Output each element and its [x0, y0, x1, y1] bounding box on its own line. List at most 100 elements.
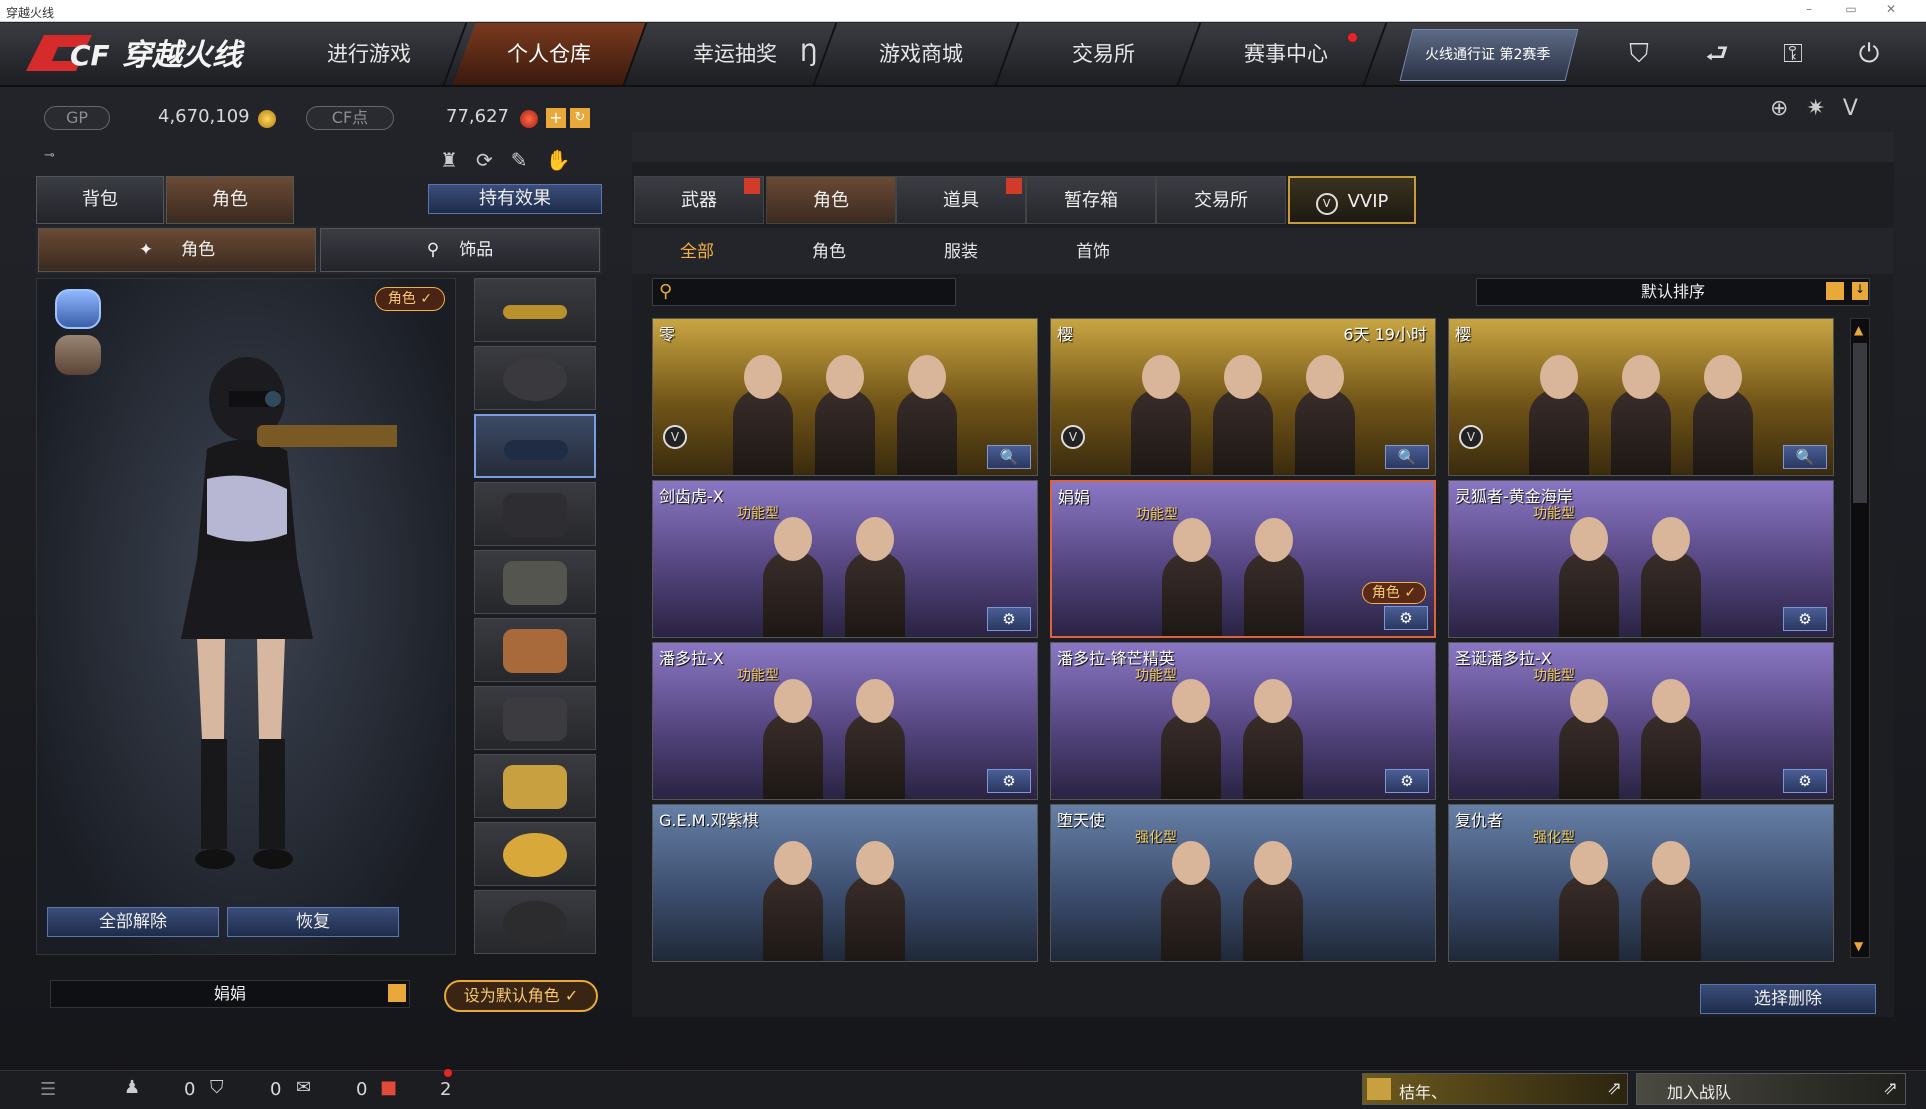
key-icon[interactable]: ⚿ — [1776, 37, 1810, 71]
scroll-down-icon[interactable]: ▼ — [1854, 939, 1863, 953]
join-team[interactable]: 加入战队 ⇗ — [1636, 1073, 1906, 1105]
gift-icon[interactable]: ♜ — [440, 148, 476, 172]
tab-vvip[interactable]: V VVIP — [1288, 176, 1416, 224]
tab-characters[interactable]: 角色 — [766, 176, 896, 224]
slot-helmet[interactable] — [474, 346, 596, 410]
settings-gear-button[interactable]: ⚙ — [987, 769, 1031, 793]
slot-body[interactable] — [474, 482, 596, 546]
shield-icon[interactable]: ⛉ — [1622, 37, 1656, 71]
gear-star-icon[interactable]: ✷ — [1806, 96, 1842, 121]
beast-type-icon[interactable] — [55, 335, 101, 375]
items-gift-icon — [1006, 178, 1022, 194]
nav-play[interactable]: 进行游戏 — [272, 23, 468, 85]
preview-magnifier-button[interactable]: 🔍 — [1783, 445, 1827, 469]
subtab-jewelry[interactable]: 首饰 — [1040, 236, 1146, 268]
nav-warehouse[interactable]: 个人仓库 — [452, 23, 648, 85]
hand-icon[interactable]: ✋ — [545, 148, 588, 172]
maximize-button[interactable]: ▭ — [1840, 2, 1862, 20]
character-card[interactable]: 灵狐者-黄金海岸 功能型 ⚙ — [1448, 480, 1834, 638]
slot-ring[interactable] — [474, 822, 596, 886]
globe-icon[interactable]: ⊕ — [1770, 96, 1806, 121]
slot-pet[interactable] — [474, 754, 596, 818]
settings-gear-button[interactable]: ⚙ — [1384, 606, 1428, 630]
gift-notification-dot — [444, 1069, 452, 1077]
role-type-icon[interactable] — [55, 289, 101, 329]
open-profile-icon[interactable]: ⇗ — [1607, 1078, 1622, 1099]
return-icon[interactable]: ⮐ — [1700, 37, 1734, 71]
minimize-button[interactable]: – — [1798, 2, 1820, 20]
pet-icon[interactable]: ✎ — [511, 148, 546, 172]
character-preview[interactable]: 角色 ✓ 全部解除 恢复 — [36, 278, 456, 955]
character-card[interactable]: 圣诞潘多拉-X 功能型 ⚙ — [1448, 642, 1834, 800]
nav-shop[interactable]: 游戏商城 — [824, 23, 1020, 85]
character-card[interactable]: G.E.M.邓紫棋 — [652, 804, 1038, 962]
slot-goggles[interactable] — [474, 414, 596, 478]
tab-exchange[interactable]: 交易所 — [1156, 176, 1286, 224]
search-icon: ⚲ — [659, 281, 673, 302]
power-icon[interactable]: ⏻ — [1852, 37, 1886, 71]
unequip-all-button[interactable]: 全部解除 — [47, 907, 219, 937]
preview-magnifier-button[interactable]: 🔍 — [987, 445, 1031, 469]
card-type: 功能型 — [1136, 507, 1178, 523]
character-card[interactable]: 复仇者 强化型 — [1448, 804, 1834, 962]
tab-storage[interactable]: 暂存箱 — [1026, 176, 1156, 224]
name-menu-icon[interactable] — [388, 984, 406, 1002]
character-card[interactable]: 樱 V 🔍 — [1448, 318, 1834, 476]
select-delete-button[interactable]: 选择删除 — [1700, 984, 1876, 1014]
preview-magnifier-button[interactable]: 🔍 — [1385, 445, 1429, 469]
cycle-icon[interactable]: ⟳ — [476, 148, 511, 172]
scroll-up-icon[interactable]: ▲ — [1854, 323, 1863, 337]
slot-pouch[interactable] — [474, 618, 596, 682]
list-icon[interactable]: ☰ — [40, 1079, 56, 1100]
sort-dropdown[interactable]: 默认排序 — [1476, 278, 1870, 306]
character-card[interactable]: 堕天使 强化型 — [1050, 804, 1436, 962]
subtab-role[interactable]: 角色 — [776, 236, 882, 268]
v-icon[interactable]: V — [1843, 96, 1876, 121]
add-cf-button[interactable]: + — [546, 108, 566, 128]
open-team-icon[interactable]: ⇗ — [1883, 1078, 1898, 1099]
character-figure — [845, 841, 905, 961]
set-default-character-button[interactable]: 设为默认角色 ✓ — [444, 980, 598, 1012]
settings-gear-button[interactable]: ⚙ — [1385, 769, 1429, 793]
sort-menu-icon[interactable] — [1826, 282, 1844, 300]
slot-mask[interactable] — [474, 686, 596, 750]
battle-pass-banner[interactable]: 火线通行证 第2赛季 — [1399, 29, 1579, 81]
refresh-icon[interactable]: ↻ — [570, 108, 590, 128]
subtab-all[interactable]: 全部 — [644, 236, 750, 268]
character-card[interactable]: 潘多拉-锋芒精英 功能型 ⚙ — [1050, 642, 1436, 800]
settings-gear-button[interactable]: ⚙ — [987, 607, 1031, 631]
character-card[interactable]: 娟娟 功能型 角色 ✓ ⚙ — [1050, 480, 1436, 638]
character-card[interactable]: 樱 6天 19小时 V 🔍 — [1050, 318, 1436, 476]
gift-box-icon[interactable]: ■ — [380, 1077, 397, 1098]
tab-bag[interactable]: 背包 — [36, 176, 164, 224]
slot-weapon[interactable] — [474, 278, 596, 342]
search-input[interactable] — [683, 281, 951, 303]
subtab-outfit[interactable]: 服装 — [908, 236, 1014, 268]
tab-character[interactable]: 角色 — [166, 176, 294, 224]
character-figure — [1641, 517, 1701, 637]
friends-icon[interactable]: ♟ — [124, 1077, 140, 1098]
character-figure — [1243, 841, 1303, 961]
close-button[interactable]: ✕ — [1880, 2, 1902, 20]
grid-scrollbar[interactable]: ▲ ▼ — [1850, 318, 1870, 958]
restore-button[interactable]: 恢复 — [227, 907, 399, 937]
settings-gear-button[interactable]: ⚙ — [1783, 769, 1827, 793]
character-card[interactable]: 剑齿虎-X 功能型 ⚙ — [652, 480, 1038, 638]
player-info[interactable]: 桔年、 ⇗ — [1362, 1073, 1628, 1105]
subtab-character[interactable]: ✦ 角色 — [38, 228, 316, 272]
character-card[interactable]: 零 V 🔍 — [652, 318, 1038, 476]
effects-button[interactable]: 持有效果 — [428, 184, 602, 214]
nav-exchange[interactable]: 交易所 — [1006, 23, 1202, 85]
card-title: 潘多拉-X — [659, 649, 724, 668]
slot-empty[interactable] — [474, 890, 596, 954]
scroll-thumb[interactable] — [1853, 343, 1867, 503]
chat-icon[interactable]: ✉ — [296, 1077, 311, 1098]
slot-backpack[interactable] — [474, 550, 596, 614]
subtab-accessory[interactable]: ⚲ 饰品 — [320, 228, 600, 272]
search-box[interactable]: ⚲ — [652, 278, 956, 306]
character-card[interactable]: 潘多拉-X 功能型 ⚙ — [652, 642, 1038, 800]
settings-gear-button[interactable]: ⚙ — [1783, 607, 1827, 631]
nav-events[interactable]: 赛事中心 — [1186, 23, 1388, 85]
sort-direction-icon[interactable]: ↓ — [1852, 282, 1868, 300]
clan-shield-icon[interactable]: ⛉ — [210, 1077, 224, 1098]
